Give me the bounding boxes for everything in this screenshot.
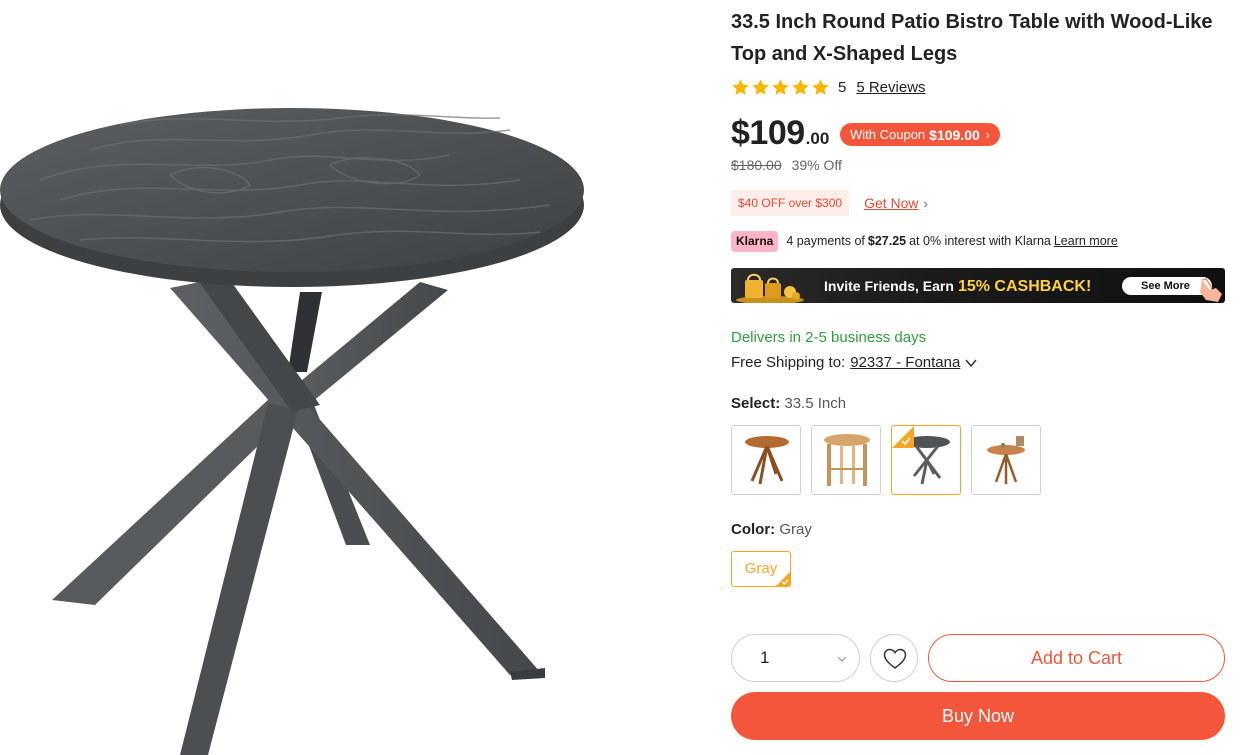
pointing-hand-icon — [1200, 278, 1222, 302]
color-select-label: Color: Gray — [731, 521, 812, 538]
chevron-right-icon: › — [985, 127, 990, 142]
quantity-value: 1 — [760, 648, 770, 667]
original-price: $180.00 — [731, 157, 782, 173]
teak-x-base-table-thumbnail — [745, 436, 789, 485]
selected-check-icon — [776, 572, 790, 586]
shipping-label: Free Shipping to: — [731, 354, 846, 371]
get-now-link[interactable]: Get Now — [864, 195, 918, 211]
banner-text-main: Invite Friends, Earn — [824, 278, 954, 294]
current-price-cents: .00 — [805, 129, 830, 148]
star-icon — [812, 78, 829, 95]
size-option-teak-with-chairs[interactable] — [971, 425, 1041, 495]
star-icon — [752, 78, 769, 95]
buy-now-button[interactable]: Buy Now — [731, 692, 1225, 740]
selected-check-icon — [892, 426, 914, 448]
color-option-label: Gray — [744, 560, 778, 577]
shipping-row: Free Shipping to: 92337 - Fontana — [731, 354, 978, 371]
coupon-label: With Coupon — [850, 127, 926, 142]
wishlist-button[interactable] — [870, 634, 918, 682]
size-select-label: Select: 33.5 Inch — [731, 395, 846, 412]
table-illustration — [0, 108, 584, 755]
size-option-natural-wood[interactable] — [811, 425, 881, 495]
klarna-text-before: 4 payments of — [786, 234, 865, 248]
add-to-cart-button[interactable]: Add to Cart — [928, 634, 1225, 682]
discount-percent: 39% Off — [791, 157, 842, 173]
size-select-value: 33.5 Inch — [784, 395, 847, 412]
color-select-title: Color: — [731, 521, 776, 538]
teak-table-with-chairs-thumbnail — [987, 436, 1025, 484]
original-price-row: $180.00 39% Off — [731, 157, 842, 173]
klarna-logo: Klarna — [731, 230, 779, 252]
delivery-estimate: Delivers in 2-5 business days — [731, 329, 927, 346]
banner-cashback-highlight: 15% CASHBACK! — [957, 278, 1092, 295]
chevron-right-icon: › — [923, 195, 928, 211]
chevron-down-icon — [837, 656, 847, 662]
cashback-banner[interactable]: Invite Friends, Earn 15% CASHBACK! See Mo… — [731, 268, 1225, 303]
color-select-value: Gray — [779, 521, 812, 538]
star-rating — [731, 78, 830, 97]
size-option-gray-x-leg[interactable] — [891, 425, 961, 495]
size-options — [731, 425, 1041, 495]
quantity-select[interactable]: 1 — [731, 634, 860, 682]
product-title: 33.5 Inch Round Patio Bistro Table with … — [731, 11, 1213, 65]
promo-badge: $40 OFF over $300 — [731, 190, 850, 216]
color-option-gray[interactable]: Gray — [731, 551, 791, 587]
current-price: $109 — [731, 114, 805, 152]
price-row: $109.00 With Coupon $109.00 › — [731, 114, 1000, 154]
size-option-teak-x-base[interactable] — [731, 425, 801, 495]
star-icon — [792, 78, 809, 95]
size-select-title: Select: — [731, 395, 781, 412]
klarna-row: Klarna 4 payments of $27.25 at 0% intere… — [731, 230, 1118, 252]
rating-value: 5 — [838, 78, 847, 96]
shipping-zip-link[interactable]: 92337 - Fontana — [850, 354, 960, 371]
gift-bag-icon — [736, 273, 804, 303]
klarna-amount: $27.25 — [867, 234, 907, 248]
star-icon — [732, 78, 749, 95]
product-image[interactable] — [0, 0, 700, 755]
reviews-link[interactable]: 5 Reviews — [856, 79, 925, 96]
banner-text: Invite Friends, Earn 15% CASHBACK! — [824, 268, 1091, 303]
chevron-down-icon[interactable] — [964, 356, 978, 370]
promo-row: $40 OFF over $300 Get Now › — [731, 190, 928, 216]
star-icon — [772, 78, 789, 95]
natural-wood-table-thumbnail — [824, 434, 870, 486]
rating-row: 5 5 Reviews — [731, 76, 926, 98]
coupon-badge[interactable]: With Coupon $109.00 › — [840, 123, 1000, 146]
heart-icon — [883, 648, 907, 669]
coupon-price: $109.00 — [929, 126, 980, 143]
klarna-text-after: at 0% interest with Klarna — [909, 234, 1051, 248]
klarna-learn-more-link[interactable]: Learn more — [1054, 234, 1118, 248]
